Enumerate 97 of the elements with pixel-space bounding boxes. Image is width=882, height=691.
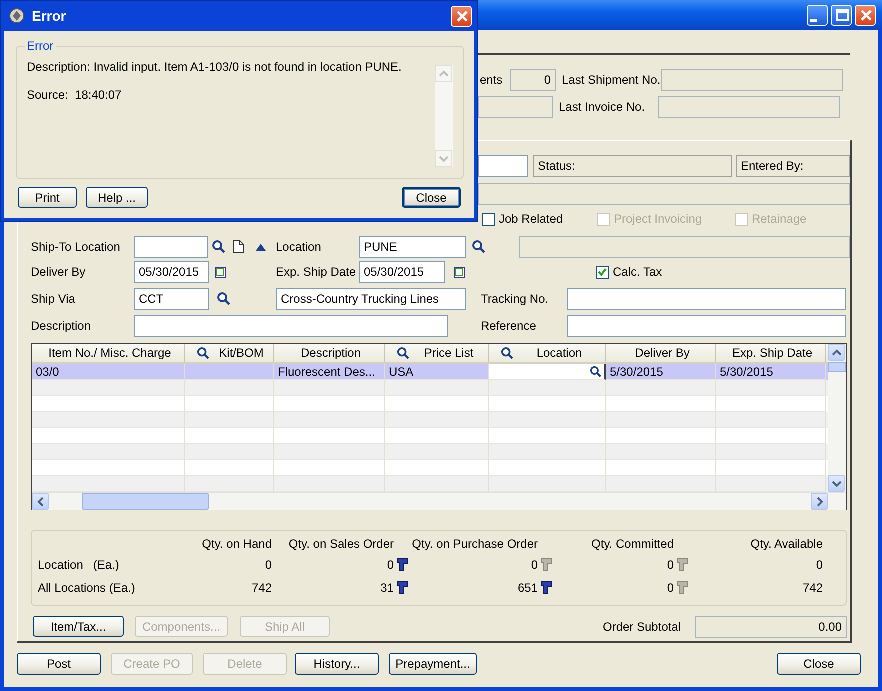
quantity-value: 651 (518, 580, 538, 594)
checkbox-label: Retainage (752, 212, 807, 226)
reference-field[interactable] (567, 315, 846, 337)
field-label: ents (480, 73, 504, 87)
field-label: Deliver By (31, 265, 87, 279)
ship-to-location-field[interactable] (134, 236, 208, 258)
quantity-value: 742 (802, 580, 823, 594)
dialog-button[interactable]: Help ... (86, 187, 148, 208)
group-title: Error (25, 39, 56, 53)
quantity-value: 31 (380, 580, 394, 594)
search-icon[interactable] (217, 292, 231, 306)
order-subtotal-field: 0.00 (695, 616, 847, 638)
field-label: Reference (481, 319, 538, 333)
drill-down-icon[interactable] (397, 558, 409, 572)
search-icon[interactable] (501, 346, 514, 360)
column-header[interactable]: Item No./ Misc. Charge (32, 344, 185, 362)
quantity-value: 0 (667, 580, 674, 594)
action-button[interactable]: History... (295, 653, 379, 675)
minimize-icon (810, 18, 817, 22)
column-header[interactable]: Kit/BOM (185, 344, 274, 362)
scroll-thumb[interactable] (828, 362, 846, 372)
scroll-thumb[interactable] (82, 493, 209, 510)
close-button[interactable]: Close (777, 653, 861, 675)
field-label: Ship Via (31, 292, 76, 306)
vertical-scrollbar[interactable] (828, 344, 846, 492)
column-header: Qty. on Purchase Order (412, 536, 538, 550)
description-field[interactable] (134, 315, 448, 337)
close-button[interactable] (855, 4, 876, 26)
checkbox[interactable] (596, 266, 609, 278)
column-header: Qty. Available (750, 536, 823, 550)
dialog-button[interactable]: Close (402, 187, 461, 208)
field-label: Ship-To Location (31, 240, 122, 254)
checkbox[interactable] (482, 212, 495, 226)
maximize-button[interactable] (831, 4, 852, 26)
error-icon (8, 7, 26, 25)
field-label: Last Shipment No. (562, 73, 661, 87)
window-title: Error (32, 8, 66, 24)
drill-down-icon[interactable] (541, 580, 553, 594)
search-icon[interactable] (397, 346, 410, 360)
field-label: Tracking No. (481, 292, 550, 306)
quantity-value: 0 (387, 558, 394, 572)
shipments-count-field: 0 (510, 69, 556, 91)
search-icon[interactable] (212, 240, 226, 254)
search-icon[interactable] (472, 240, 486, 254)
row-label: All Locations (Ea.) (38, 580, 136, 594)
column-header[interactable]: Exp. Ship Date (716, 344, 826, 362)
field-label: Order Subtotal (603, 620, 682, 634)
document-icon[interactable] (233, 240, 245, 254)
entered-by-field: Entered By: (736, 155, 850, 177)
action-button[interactable]: Prepayment... (389, 653, 477, 675)
checkbox-label: Job Related (499, 212, 564, 226)
column-header: Qty. on Sales Order (288, 536, 394, 550)
calendar-icon[interactable] (454, 266, 465, 278)
error-description: Description: Invalid input. Item A1-103/0 is not found in location PUNE. (27, 60, 403, 74)
dialog-button[interactable]: Print (18, 187, 77, 208)
field-label: Last Invoice No. (559, 100, 646, 114)
checkbox-label: Project Invoicing (614, 212, 702, 226)
field-label: Description (31, 319, 92, 333)
drill-down-icon[interactable] (397, 580, 409, 594)
column-header: Qty. on Hand (202, 536, 272, 550)
scroll-up-button[interactable] (828, 344, 845, 361)
column-header[interactable]: Location (489, 344, 606, 362)
horizontal-scrollbar[interactable] (32, 492, 846, 510)
error-source: Source: 18:40:07 (27, 88, 123, 102)
action-button[interactable]: Item/Tax... (33, 616, 124, 637)
text-field[interactable] (478, 155, 528, 177)
row-label: Location (Ea.) (38, 558, 120, 572)
grid-row[interactable]: 03/0 Fluorescent Des... USA 5/30/2015 5/30/2015 (32, 364, 828, 380)
scroll-right-button[interactable] (811, 493, 828, 510)
scroll-left-button[interactable] (32, 493, 49, 510)
location-field[interactable]: PUNE (359, 236, 466, 258)
ship-via-field[interactable]: CCT (134, 288, 209, 310)
scroll-down-button[interactable] (828, 475, 845, 492)
exp-ship-date-field[interactable]: 05/30/2015 (359, 261, 445, 283)
minimize-button[interactable] (807, 4, 828, 26)
search-icon[interactable] (590, 366, 602, 378)
quantity-value: 0 (531, 558, 538, 572)
action-button[interactable]: Post (17, 653, 101, 675)
triangle-up-icon[interactable] (256, 244, 266, 250)
column-header[interactable]: Price List (385, 344, 489, 362)
ship-via-name-field[interactable]: Cross-Country Trucking Lines (276, 288, 466, 310)
quantity-value: 742 (252, 580, 272, 594)
deliver-by-field[interactable]: 05/30/2015 (134, 261, 209, 283)
tracking-no-field[interactable] (567, 288, 846, 310)
quantity-value: 0 (816, 558, 823, 572)
column-header: Qty. Committed (592, 536, 674, 550)
field-label: Location (276, 240, 322, 254)
column-header[interactable]: Deliver By (606, 344, 716, 362)
field-label: Exp. Ship Date (276, 265, 358, 279)
close-button[interactable] (451, 6, 472, 26)
column-header[interactable]: Description (274, 344, 385, 362)
quantity-value: 0 (667, 558, 674, 572)
quantity-value: 0 (265, 558, 272, 572)
calendar-icon[interactable] (215, 266, 226, 278)
search-icon[interactable] (197, 346, 210, 360)
status-field: Status: (533, 155, 732, 177)
checkbox-label: Calc. Tax (613, 265, 662, 279)
